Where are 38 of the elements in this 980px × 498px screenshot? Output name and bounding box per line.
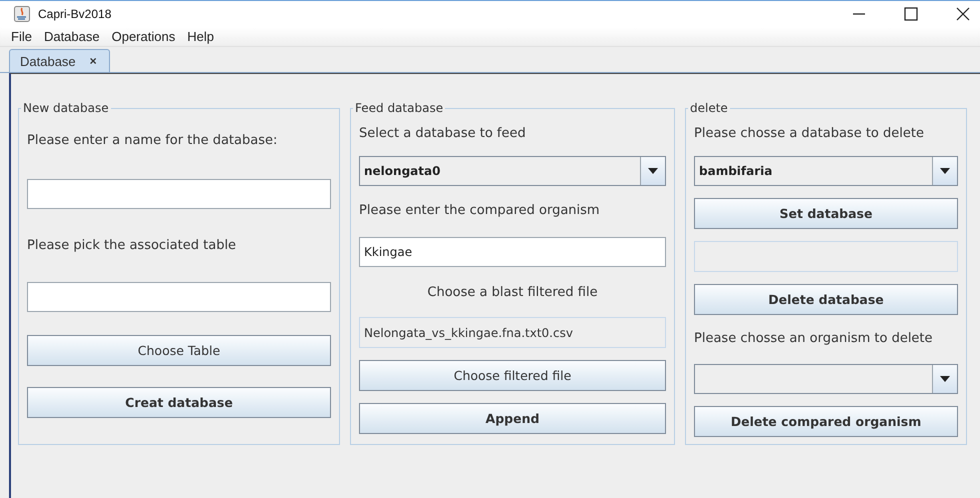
tab[interactable]: Database × xyxy=(9,49,110,72)
file-path-field: Nelongata_vs_kkingae.fna.txt0.csv xyxy=(359,317,666,348)
field-label: Choose a blast filtered file xyxy=(426,285,599,300)
tab-close-button[interactable]: × xyxy=(90,54,97,68)
field-label: Please pick the associated table xyxy=(27,238,238,253)
field-label: Select a database to feed xyxy=(359,126,527,141)
action-button[interactable]: Delete database xyxy=(694,284,958,315)
action-button[interactable]: Creat database xyxy=(27,387,331,418)
dropdown-arrow-icon xyxy=(940,376,950,382)
dropdown[interactable]: nelongata0 xyxy=(359,156,666,186)
group-title: Feed database xyxy=(354,101,444,115)
field-label: Please enter a name for the database: xyxy=(27,133,278,148)
menu-item[interactable]: Help xyxy=(187,29,214,44)
text-field[interactable] xyxy=(27,282,331,312)
action-button[interactable]: Append xyxy=(359,403,666,434)
dropdown-arrow-icon xyxy=(648,168,658,174)
text-field[interactable] xyxy=(27,179,331,209)
window-title: Capri-Bv2018 xyxy=(38,7,112,21)
group-title: New database xyxy=(22,101,110,115)
menu-item[interactable]: Operations xyxy=(112,29,176,44)
field-label: Please enter the compared organism xyxy=(359,203,601,218)
maximize-icon[interactable] xyxy=(904,7,918,21)
dropdown[interactable] xyxy=(694,364,958,394)
menu-item[interactable]: File xyxy=(11,29,32,44)
action-button[interactable]: Choose filtered file xyxy=(359,360,666,391)
tab-label[interactable]: Database xyxy=(20,54,76,68)
action-button[interactable]: Set database xyxy=(694,198,958,229)
group-title: delete xyxy=(689,101,729,115)
close-icon[interactable] xyxy=(956,7,970,21)
field-label: Please chosse a database to delete xyxy=(694,126,925,141)
menu-item[interactable]: Database xyxy=(44,29,100,44)
app-icon xyxy=(14,6,30,22)
action-button[interactable]: Delete compared organism xyxy=(694,406,958,437)
action-button[interactable]: Choose Table xyxy=(27,335,331,366)
dropdown-arrow-icon xyxy=(940,168,950,174)
dropdown[interactable]: bambifaria xyxy=(694,156,958,186)
field-label: Please chosse an organism to delete xyxy=(694,331,934,346)
text-field[interactable]: Kkingae xyxy=(359,237,666,267)
